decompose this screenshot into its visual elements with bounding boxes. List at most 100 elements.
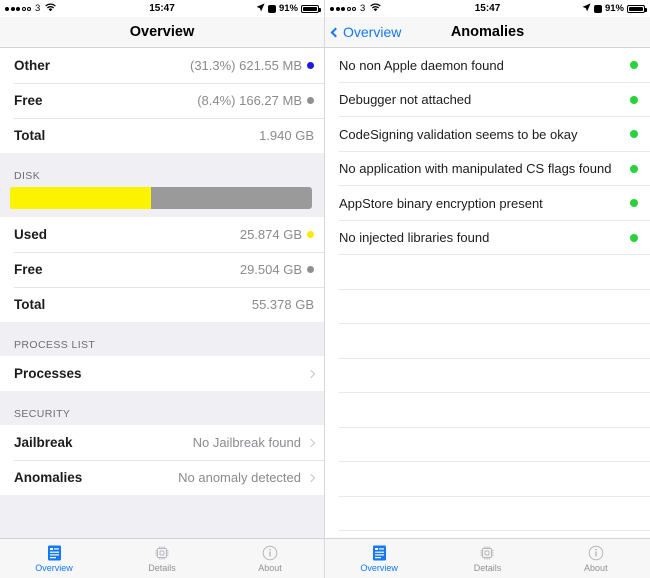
info-circle-icon [587, 544, 604, 561]
disk-usage-bar-wrapper [0, 187, 324, 217]
chevron-right-icon [306, 473, 316, 482]
list-item-empty [325, 496, 650, 531]
section-header-process-list: PROCESS LIST [0, 322, 324, 356]
row-value: 29.504 GB [239, 262, 302, 277]
list-item-empty [325, 324, 650, 359]
status-badge [630, 199, 638, 208]
list-item[interactable]: Debugger not attached [325, 82, 650, 117]
anomalies-table: No non Apple daemon found Debugger not a… [325, 48, 650, 538]
list-item[interactable]: AppStore binary encryption present [325, 186, 650, 221]
row-label: Other [14, 58, 51, 73]
tab-label: About [258, 563, 282, 573]
tab-about[interactable]: About [542, 544, 650, 573]
document-list-icon [46, 544, 63, 561]
row-label: Jailbreak [14, 435, 73, 450]
battery-icon [627, 4, 647, 13]
table-row[interactable]: Free 29.504 GB [0, 252, 324, 287]
anomaly-label: No application with manipulated CS flags… [339, 161, 612, 177]
table-row[interactable]: Free (8.4%) 166.27 MB [0, 83, 324, 118]
row-right: 25.874 GB [240, 227, 314, 242]
row-value: 1.940 GB [259, 128, 314, 143]
alarm-icon [593, 4, 602, 13]
info-circle-icon [262, 544, 279, 561]
navigation-bar: Overview Anomalies [325, 17, 650, 48]
row-label: Used [14, 227, 48, 242]
list-item-empty [325, 427, 650, 462]
table-row[interactable]: Other (31.3%) 621.55 MB [0, 48, 324, 83]
tab-overview[interactable]: Overview [325, 544, 433, 573]
list-item-empty [325, 393, 650, 428]
list-item[interactable]: No application with manipulated CS flags… [325, 151, 650, 186]
tab-details[interactable]: Details [108, 544, 216, 573]
chip-icon [154, 544, 171, 561]
signal-strength-icon [5, 6, 31, 11]
row-right: 1.940 GB [259, 128, 314, 143]
tab-label: About [584, 563, 608, 573]
legend-dot [307, 62, 314, 69]
tab-label: Details [148, 563, 176, 573]
status-badge [630, 130, 638, 139]
list-item-empty [325, 358, 650, 393]
battery-percent-label: 91% [604, 3, 624, 14]
chevron-right-icon [306, 369, 316, 378]
tab-overview[interactable]: Overview [0, 544, 108, 573]
table-row[interactable]: Used 25.874 GB [0, 217, 324, 252]
table-row[interactable]: Total 1.940 GB [0, 118, 324, 153]
tab-details[interactable]: Details [433, 544, 541, 573]
status-bar-right: 91% [582, 2, 647, 15]
tab-label: Overview [360, 563, 398, 573]
row-right: 55.378 GB [252, 297, 314, 312]
legend-dot [307, 231, 314, 238]
list-item[interactable]: No injected libraries found [325, 220, 650, 255]
list-item[interactable]: CodeSigning validation seems to be okay [325, 117, 650, 152]
memory-section: Other (31.3%) 621.55 MB Free (8.4%) 166.… [0, 48, 324, 153]
row-value: No Jailbreak found [192, 435, 301, 450]
row-right: (31.3%) 621.55 MB [190, 58, 314, 73]
row-right: (8.4%) 166.27 MB [197, 93, 314, 108]
list-item-empty [325, 255, 650, 290]
anomaly-label: Debugger not attached [339, 92, 472, 108]
back-button-label: Overview [343, 24, 402, 40]
tab-about[interactable]: About [216, 544, 324, 573]
sidebar-item-processes[interactable]: Processes [0, 356, 324, 391]
carrier-label: 3 [35, 3, 41, 14]
anomaly-label: No non Apple daemon found [339, 57, 504, 73]
disk-usage-bar-fill [10, 187, 152, 209]
security-section: Jailbreak No Jailbreak found Anomalies N… [0, 425, 324, 495]
list-item-empty [325, 462, 650, 497]
alarm-icon [267, 4, 276, 13]
anomaly-label: CodeSigning validation seems to be okay [339, 126, 578, 142]
row-right: 29.504 GB [240, 262, 314, 277]
tab-label: Overview [35, 563, 73, 573]
row-value: (31.3%) 621.55 MB [189, 58, 302, 73]
row-value: (8.4%) 166.27 MB [197, 93, 302, 108]
dual-screenshot-container: 3 15:47 91% Overview Other (31.3%) 621.5… [0, 0, 650, 578]
tab-label: Details [473, 563, 502, 573]
signal-strength-icon [330, 6, 356, 11]
status-badge [630, 61, 638, 70]
anomalies-list: No non Apple daemon found Debugger not a… [325, 48, 650, 531]
chevron-left-icon [330, 27, 341, 37]
back-button[interactable]: Overview [325, 24, 401, 40]
status-bar-right: 91% [256, 2, 321, 15]
list-item-empty [325, 289, 650, 324]
status-bar-left: 3 [330, 2, 382, 15]
sidebar-item-anomalies[interactable]: Anomalies No anomaly detected [0, 460, 324, 495]
anomaly-label: No injected libraries found [339, 230, 490, 246]
row-label: Free [14, 93, 43, 108]
chip-icon [479, 544, 496, 561]
location-arrow-icon [582, 2, 591, 15]
navigation-bar: Overview [0, 17, 324, 48]
legend-dot [307, 266, 314, 273]
table-row[interactable]: Total 55.378 GB [0, 287, 324, 322]
status-badge [630, 95, 638, 104]
disk-section: Used 25.874 GB Free 29.504 GB Total 55.3… [0, 217, 324, 322]
status-bar: 3 15:47 91% [0, 0, 324, 17]
row-label: Total [14, 128, 46, 143]
sidebar-item-jailbreak[interactable]: Jailbreak No Jailbreak found [0, 425, 324, 460]
chevron-right-icon [306, 438, 316, 447]
status-badge [630, 164, 638, 173]
row-right: No anomaly detected [178, 470, 316, 485]
list-item[interactable]: No non Apple daemon found [325, 48, 650, 83]
row-label: Anomalies [14, 470, 83, 485]
